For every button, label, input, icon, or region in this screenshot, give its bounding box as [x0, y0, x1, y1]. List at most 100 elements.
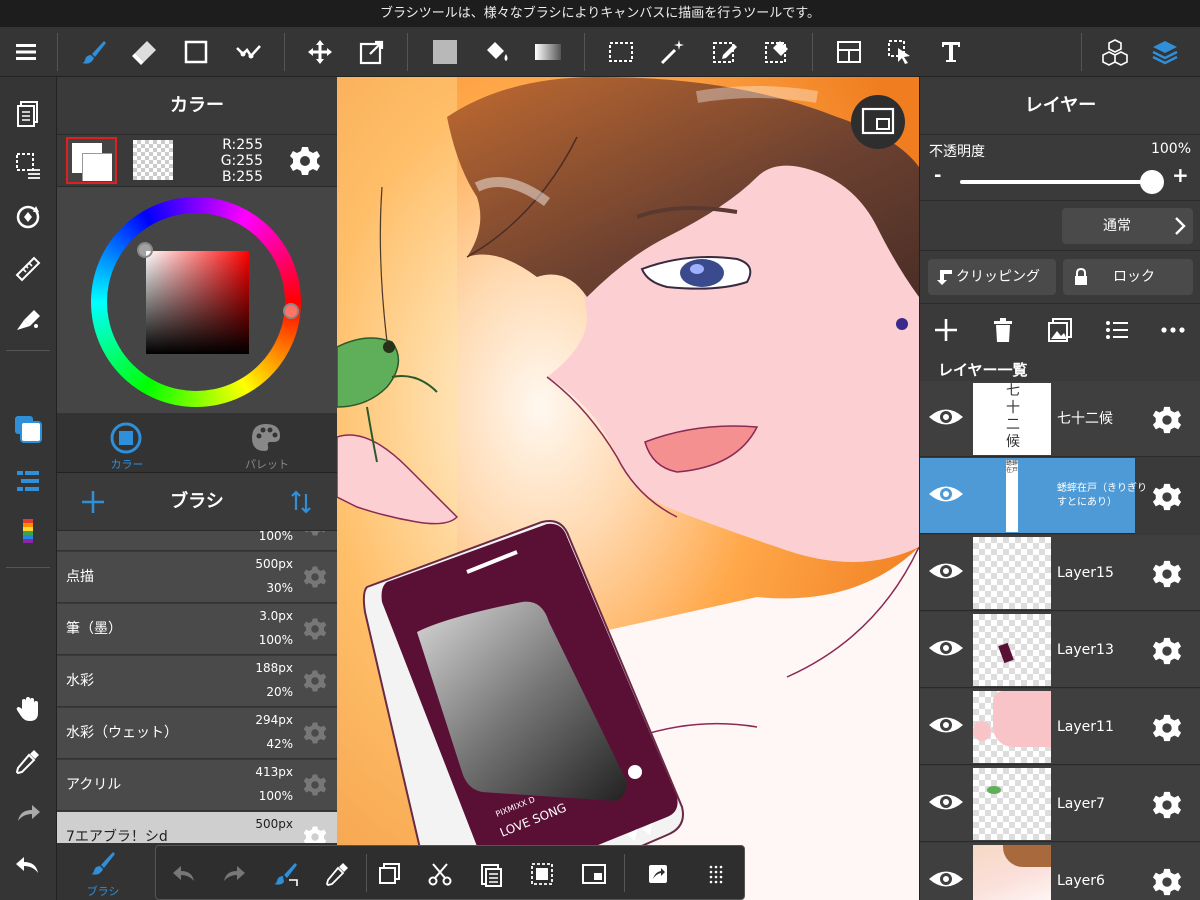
eye-icon[interactable]: [926, 782, 966, 822]
layer-settings-gear-icon[interactable]: [1152, 867, 1182, 897]
eye-icon[interactable]: [926, 628, 966, 668]
lock-button[interactable]: ロック: [1063, 259, 1193, 295]
move-icon[interactable]: [300, 27, 340, 77]
layer-settings-gear-icon[interactable]: [1152, 559, 1182, 589]
layer-row[interactable]: 七十二候 七十二候: [920, 381, 1200, 457]
eye-icon[interactable]: [926, 859, 966, 899]
hand-icon[interactable]: [8, 689, 48, 729]
brush-tab-icon[interactable]: [89, 849, 117, 877]
layer-settings-gear-icon[interactable]: [1152, 713, 1182, 743]
select-pen-icon[interactable]: [705, 27, 745, 77]
window-icon[interactable]: [572, 846, 616, 900]
sv-picker-handle[interactable]: [137, 242, 153, 258]
paste-icon[interactable]: [469, 846, 513, 900]
layer-settings-gear-icon[interactable]: [1152, 405, 1182, 435]
layer-list-icon[interactable]: [1104, 317, 1130, 343]
layer-settings-gear-icon[interactable]: [1152, 482, 1182, 512]
brush-item-selected[interactable]: 7エアブラ！シd 500px: [57, 812, 337, 843]
eyedropper-icon[interactable]: [316, 846, 360, 900]
ruler-icon[interactable]: [8, 249, 48, 289]
copy-icon[interactable]: [368, 846, 412, 900]
drawing-canvas[interactable]: LOVE SONG PIXMIXX D: [337, 77, 919, 900]
tab-palette[interactable]: パレット: [197, 413, 337, 472]
more-options-icon[interactable]: [1160, 317, 1186, 343]
layer-settings-gear-icon[interactable]: [1152, 636, 1182, 666]
text-icon[interactable]: [931, 27, 971, 77]
transform-icon[interactable]: [352, 27, 392, 77]
eyedropper-icon[interactable]: [8, 741, 48, 781]
brush-settings-gear-icon[interactable]: [303, 825, 327, 843]
background-color-swatch[interactable]: [133, 140, 173, 180]
clipping-button[interactable]: クリッピング: [928, 259, 1056, 295]
brush-sync-icon[interactable]: [264, 846, 308, 900]
eye-icon[interactable]: [926, 474, 966, 514]
fill-color-icon[interactable]: [425, 27, 465, 77]
layer-row[interactable]: Layer13: [920, 612, 1200, 688]
brush-settings-gear-icon[interactable]: [303, 669, 327, 693]
redo-icon[interactable]: [8, 793, 48, 833]
rotate-icon[interactable]: [8, 197, 48, 237]
panel-layout-icon[interactable]: [829, 27, 869, 77]
brush-item[interactable]: 水彩 188px 20%: [57, 656, 337, 707]
eraser-icon[interactable]: [125, 27, 165, 77]
menu-icon[interactable]: [6, 27, 46, 77]
blend-mode-button[interactable]: 通常: [1062, 208, 1193, 244]
magic-wand-icon[interactable]: [653, 27, 693, 77]
layer-row[interactable]: Layer15: [920, 535, 1200, 611]
brush-settings-gear-icon[interactable]: [303, 773, 327, 797]
brush-item[interactable]: 水彩（ウェット） 294px 42%: [57, 708, 337, 759]
canvas-view-toggle-icon[interactable]: [851, 95, 905, 149]
brush-settings-gear-icon[interactable]: [303, 617, 327, 641]
dot-icon[interactable]: [228, 27, 268, 77]
undo-icon[interactable]: [162, 846, 206, 900]
rectangle-icon[interactable]: [176, 27, 216, 77]
brush-item[interactable]: アクリル 413px 100%: [57, 760, 337, 811]
layer-settings-gear-icon[interactable]: [1152, 790, 1182, 820]
opacity-increase-button[interactable]: +: [1172, 163, 1189, 187]
opacity-slider-thumb[interactable]: [1140, 170, 1164, 194]
brush-item[interactable]: 点描 500px 30%: [57, 552, 337, 603]
add-layer-icon[interactable]: [933, 317, 959, 343]
gradient-icon[interactable]: [528, 27, 568, 77]
layer-row[interactable]: Layer6: [920, 843, 1200, 900]
eye-icon[interactable]: [926, 705, 966, 745]
layers-icon[interactable]: [1145, 27, 1185, 77]
brush-icon[interactable]: [74, 27, 114, 77]
select-eraser-icon[interactable]: [757, 27, 797, 77]
selection-layer-icon[interactable]: [8, 145, 48, 185]
select-icon[interactable]: [601, 27, 641, 77]
sort-brush-icon[interactable]: [287, 488, 315, 516]
color-panel-icon[interactable]: [8, 409, 48, 449]
delete-layer-icon[interactable]: [990, 317, 1016, 343]
undo-icon[interactable]: [8, 845, 48, 885]
selection-move-icon[interactable]: [880, 27, 920, 77]
eye-icon[interactable]: [926, 397, 966, 437]
bucket-icon[interactable]: [476, 27, 516, 77]
brush-item[interactable]: 筆（墨） 3.0px 100%: [57, 604, 337, 655]
tab-color[interactable]: カラー: [57, 413, 197, 472]
layer-row-selected[interactable]: 蟋蟀在戸 蟋蟀在戸（きりぎりすとにあり）: [920, 458, 1147, 534]
brush-list-icon[interactable]: [8, 461, 48, 501]
cut-icon[interactable]: [418, 846, 462, 900]
material-icon[interactable]: [1095, 27, 1135, 77]
opacity-decrease-button[interactable]: -: [934, 165, 941, 186]
layer-row[interactable]: Layer7: [920, 766, 1200, 842]
eye-icon[interactable]: [926, 551, 966, 591]
grid-icon[interactable]: [694, 846, 738, 900]
layer-image-icon[interactable]: [1047, 317, 1073, 343]
redo-icon[interactable]: [212, 846, 256, 900]
palette-strip-icon[interactable]: [8, 511, 48, 551]
layer-row[interactable]: Layer11: [920, 689, 1200, 765]
brush-item[interactable]: 100%: [57, 531, 337, 551]
brush-settings-gear-icon[interactable]: [303, 565, 327, 589]
saturation-value-square[interactable]: [146, 251, 249, 354]
color-settings-gear-icon[interactable]: [289, 145, 321, 177]
filter-icon[interactable]: [8, 300, 48, 340]
hue-picker-handle[interactable]: [283, 303, 299, 319]
brush-settings-gear-icon[interactable]: [303, 531, 327, 537]
foreground-color-swatch[interactable]: [66, 137, 117, 184]
export-icon[interactable]: [636, 846, 680, 900]
page-icon[interactable]: [8, 94, 48, 134]
opacity-slider-track[interactable]: [960, 180, 1150, 184]
fill-select-icon[interactable]: [520, 846, 564, 900]
